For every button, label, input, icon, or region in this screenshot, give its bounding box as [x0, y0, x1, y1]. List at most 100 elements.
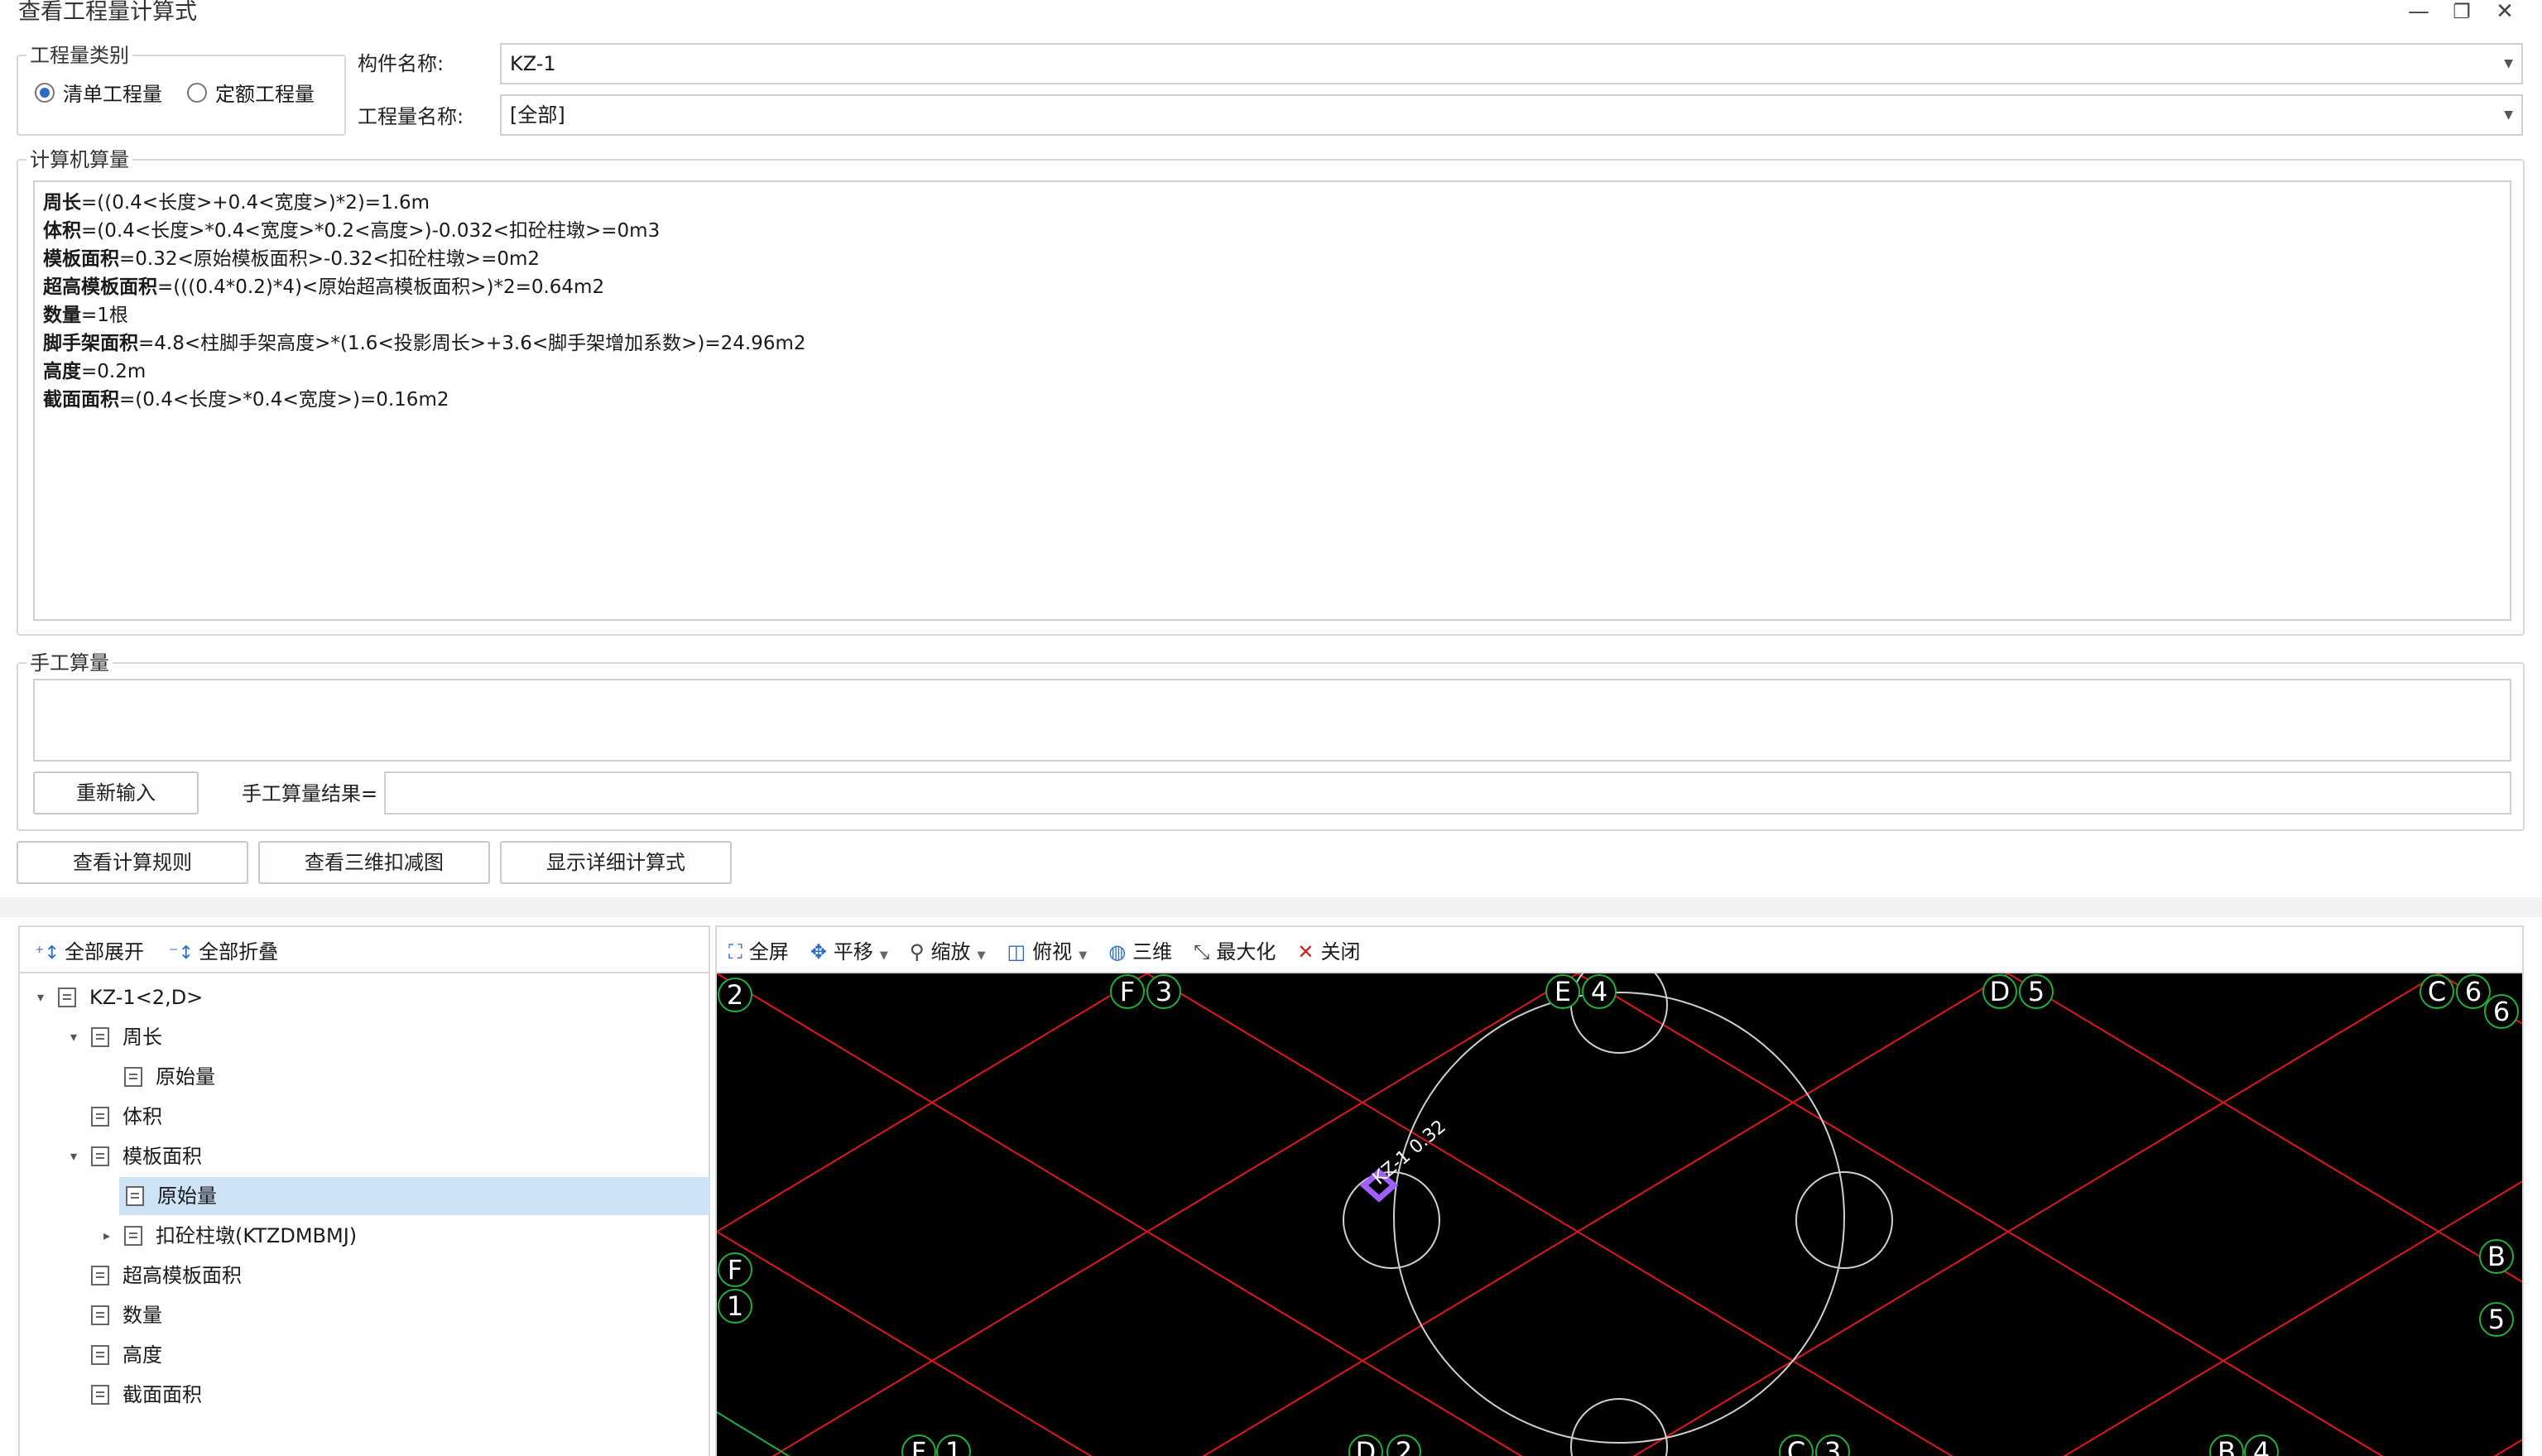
dropdown-arrow-icon[interactable]: ▼ — [2504, 45, 2513, 83]
3d-viewport-canvas[interactable]: KZ-1 0.32 2 F 3 E 4 D 5 C 6 6 F 1 B 5 F 1 D 2 C 3 B 4 — [286, 956, 2542, 1456]
chevron-down-icon[interactable]: ▼ — [1079, 949, 1087, 962]
tree-item-label: 扣砼柱墩(KTZDMBMJ) — [156, 1224, 358, 1247]
axis-marker-label: 4 — [1591, 976, 1607, 1007]
formula-name: 模板面积 — [43, 248, 119, 270]
radio-quota-quantity[interactable]: 定额工程量 — [187, 78, 315, 107]
pan-icon: ✥ — [810, 939, 827, 963]
formula-line: 体积=(0.4<长度>*0.4<宽度>*0.2<高度>)-0.032<扣砼柱墩>… — [43, 217, 2501, 245]
tree-item-label: 体积 — [123, 1105, 162, 1128]
window-title: 查看工程量计算式 — [18, 0, 197, 25]
tree-item-label: KZ-1<2,D> — [89, 986, 204, 1009]
restore-icon[interactable]: ❐ — [2445, 0, 2478, 25]
grid-axis-line — [2063, 1168, 2542, 1456]
tree-item-label: 周长 — [123, 1026, 162, 1049]
fullscreen-button[interactable]: ⛶ 全屏 — [728, 935, 789, 964]
expand-toggle-icon[interactable]: ▾ — [65, 1137, 83, 1175]
grid-axis-line — [2493, 1426, 2542, 1456]
tree-item[interactable]: 原始量 — [20, 1058, 215, 1096]
dropdown-arrow-icon[interactable]: ▼ — [2504, 96, 2513, 134]
chevron-down-icon[interactable]: ▼ — [978, 949, 986, 962]
component-name-value: KZ-1 — [510, 52, 556, 75]
radio-selected-icon[interactable] — [35, 82, 55, 103]
3d-button[interactable]: ◍ 三维 — [1108, 935, 1172, 964]
pan-button[interactable]: ✥ 平移 ▼ — [810, 935, 888, 964]
view-3d-deduction-button[interactable]: 查看三维扣减图 — [258, 841, 490, 884]
radio-unselected-icon[interactable] — [187, 82, 207, 103]
formula-expression: =(0.4<长度>*0.4<宽度>*0.2<高度>)-0.032<扣砼柱墩>=0… — [81, 220, 661, 242]
tree-item-label: 截面面积 — [123, 1383, 202, 1406]
tree-item[interactable]: 数量 — [20, 1296, 162, 1334]
zoom-button[interactable]: ⚲ 缩放 ▼ — [910, 935, 986, 964]
axis-marker-label: F — [728, 1254, 742, 1285]
section-divider — [0, 897, 2542, 917]
axis-marker-label: C — [2428, 976, 2446, 1007]
view-rules-button[interactable]: 查看计算规则 — [17, 841, 248, 884]
manual-result-input[interactable] — [384, 771, 2511, 814]
expand-toggle-icon[interactable]: ▾ — [31, 978, 50, 1016]
show-detail-formula-button[interactable]: 显示详细计算式 — [500, 841, 732, 884]
close-view-button[interactable]: ✕ 关闭 — [1297, 935, 1360, 964]
axis-marker-label: 4 — [2253, 1436, 2270, 1456]
grid-axis-line — [716, 973, 1523, 1456]
tree-item[interactable]: 高度 — [20, 1336, 162, 1374]
grid-axis-line — [2007, 973, 2542, 1295]
grid-axis-line — [1632, 973, 2439, 1456]
axis-marker-label: 2 — [1396, 1436, 1412, 1456]
computer-calc-text[interactable]: 周长=((0.4<长度>+0.4<宽度>)*2)=1.6m 体积=(0.4<长度>… — [33, 180, 2511, 621]
formula-name: 高度 — [43, 361, 81, 382]
grid-axis-line — [771, 973, 1579, 1456]
grid-axis-line — [1146, 973, 1953, 1456]
formula-name: 周长 — [43, 192, 81, 214]
expand-toggle-icon[interactable]: ▾ — [65, 1018, 83, 1056]
collapse-all-icon: ⁻↕ — [169, 942, 195, 963]
cad-drawing[interactable]: KZ-1 0.322 F 3 E 4 D 5 C 66F1B5F 1 D 2 C 3 B 4 — [286, 956, 2542, 1456]
axis-marker-label: D — [1356, 1436, 1377, 1456]
radio-bill-quantity-label: 清单工程量 — [63, 83, 162, 106]
column-cap-circle — [1570, 1398, 1668, 1456]
component-name-select[interactable]: KZ-1 ▼ — [500, 43, 2523, 84]
radio-bill-quantity[interactable]: 清单工程量 — [35, 78, 162, 107]
formula-line: 截面面积=(0.4<长度>*0.4<宽度>)=0.16m2 — [43, 386, 2501, 414]
grid-axis-line — [286, 973, 1093, 1456]
tree-item[interactable]: ▸ 扣砼柱墩(KTZDMBMJ) — [20, 1217, 357, 1255]
quantity-name-label: 工程量名称: — [358, 105, 464, 128]
top-view-icon: ◫ — [1007, 939, 1026, 963]
tree-item[interactable]: 体积 — [20, 1098, 162, 1136]
fullscreen-label: 全屏 — [748, 939, 789, 963]
tree-item[interactable]: 截面面积 — [20, 1376, 202, 1414]
chevron-down-icon[interactable]: ▼ — [880, 949, 888, 962]
collapse-toggle-icon[interactable]: ▸ — [98, 1217, 116, 1255]
formula-expression: =0.32<原始模板面积>-0.32<扣砼柱墩>=0m2 — [119, 248, 541, 270]
tree-item[interactable]: ▾ 周长 — [20, 1018, 162, 1056]
manual-calc-textarea[interactable] — [33, 679, 2511, 762]
tree-item[interactable]: 原始量 — [119, 1177, 710, 1215]
axis-marker-label: 3 — [1156, 976, 1172, 1007]
close-x-icon: ✕ — [1297, 939, 1314, 963]
minimize-icon[interactable]: — — [2402, 0, 2435, 25]
quantity-tree-panel: ⁺↕ 全部展开 ⁻↕ 全部折叠 ▾ KZ-1<2,D> ▾ 周长 原始量 体积 ▾ 模板面积 原始量… — [18, 925, 710, 1456]
axis-marker-label: E — [1555, 976, 1571, 1007]
manual-calc-legend: 手工算量 — [30, 651, 109, 675]
collapse-all-button[interactable]: ⁻↕ 全部折叠 — [169, 935, 278, 964]
view-toolbar: ⛶ 全屏 ✥ 平移 ▼ ⚲ 缩放 ▼ ◫ 俯视 ▼ ◍ 三维 ⤡ 最大化 ✕ 关闭 — [717, 927, 2522, 973]
top-view-label: 俯视 — [1032, 939, 1073, 963]
grid-axis-line — [1202, 973, 2009, 1456]
document-icon — [91, 1385, 109, 1405]
document-icon — [126, 1186, 144, 1206]
formula-expression: =4.8<柱脚手架高度>*(1.6<投影周长>+3.6<脚手架增加系数>)=24… — [138, 333, 806, 354]
top-view-button[interactable]: ◫ 俯视 ▼ — [1007, 935, 1088, 964]
axis-marker-label: 6 — [2465, 976, 2482, 1007]
close-icon[interactable]: ✕ — [2488, 0, 2521, 25]
reenter-button[interactable]: 重新输入 — [33, 771, 199, 814]
expand-all-button[interactable]: ⁺↕ 全部展开 — [35, 935, 144, 964]
tree-item[interactable]: 超高模板面积 — [20, 1257, 242, 1295]
tree-item[interactable]: ▾ KZ-1<2,D> — [20, 978, 203, 1016]
formula-name: 截面面积 — [43, 389, 119, 411]
quantity-name-select[interactable]: [全部] ▼ — [500, 94, 2523, 136]
tree-item[interactable]: ▾ 模板面积 — [20, 1137, 202, 1175]
fullscreen-icon: ⛶ — [728, 939, 742, 963]
axis-marker-label: C — [1787, 1436, 1805, 1456]
tree-item-label: 原始量 — [156, 1065, 215, 1088]
maximize-button[interactable]: ⤡ 最大化 — [1194, 935, 1276, 964]
tree-item-label: 数量 — [123, 1304, 162, 1327]
